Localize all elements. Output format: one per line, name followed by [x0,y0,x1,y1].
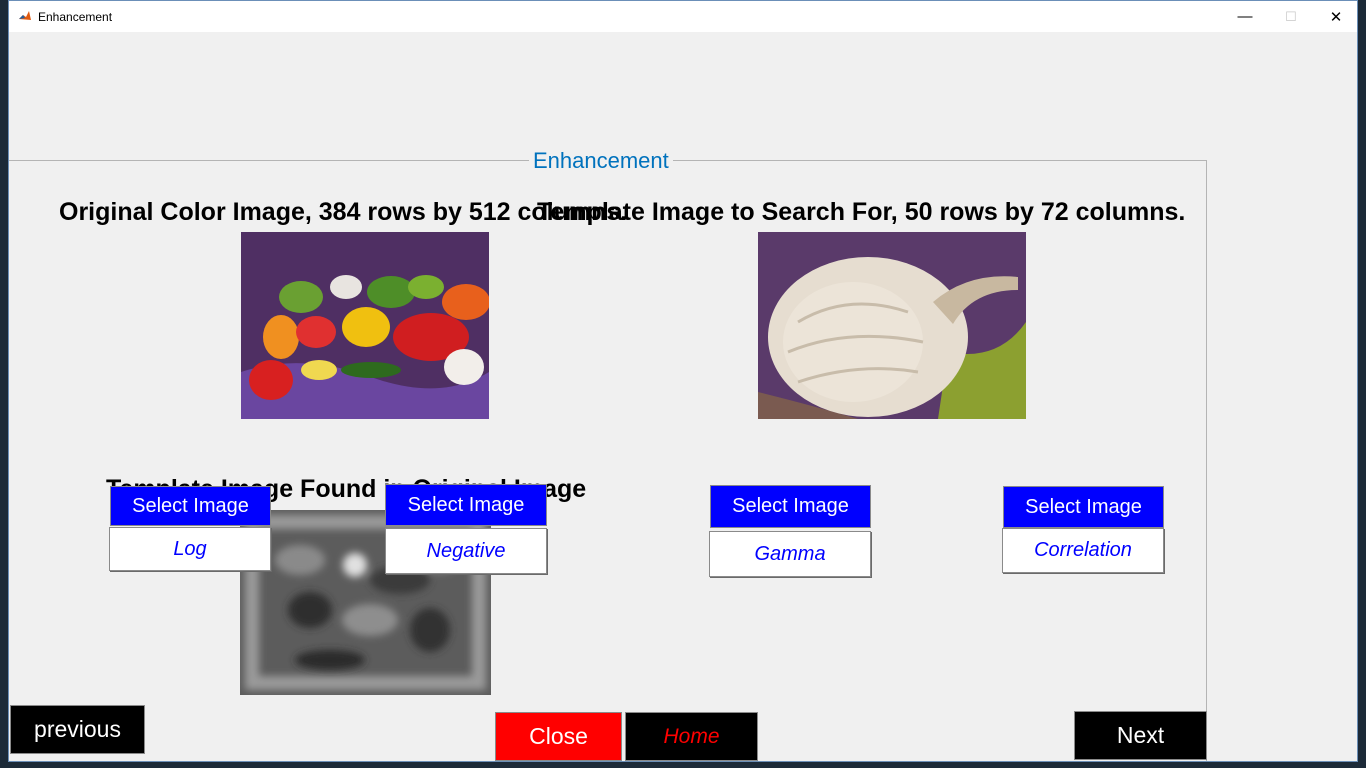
minimize-button[interactable]: — [1222,1,1268,32]
original-image [241,232,489,419]
negative-button[interactable]: Negative [385,528,547,574]
template-image-caption: Template Image to Search For, 50 rows by… [537,198,1186,226]
app-window: Enhancement — ☐ ✕ Enhancement Original C… [8,0,1358,762]
gamma-button[interactable]: Gamma [709,531,871,577]
panel-title: Enhancement [529,148,673,174]
title-bar[interactable]: Enhancement — ☐ ✕ [9,1,1357,32]
home-button[interactable]: Home [625,712,758,761]
window-close-button[interactable]: ✕ [1313,1,1357,32]
select-image-button-correlation[interactable]: Select Image [1003,486,1164,528]
matlab-icon [18,9,32,23]
next-button[interactable]: Next [1074,711,1207,760]
enhancement-panel [9,160,1207,761]
correlation-button[interactable]: Correlation [1002,528,1164,573]
select-image-button-log[interactable]: Select Image [110,486,271,526]
close-button[interactable]: Close [495,712,622,761]
window-title: Enhancement [38,10,113,24]
template-image [758,232,1026,419]
select-image-button-negative[interactable]: Select Image [385,484,547,526]
select-image-button-gamma[interactable]: Select Image [710,485,871,528]
log-button[interactable]: Log [109,527,271,571]
previous-button[interactable]: previous [10,705,145,754]
maximize-button[interactable]: ☐ [1268,1,1314,32]
